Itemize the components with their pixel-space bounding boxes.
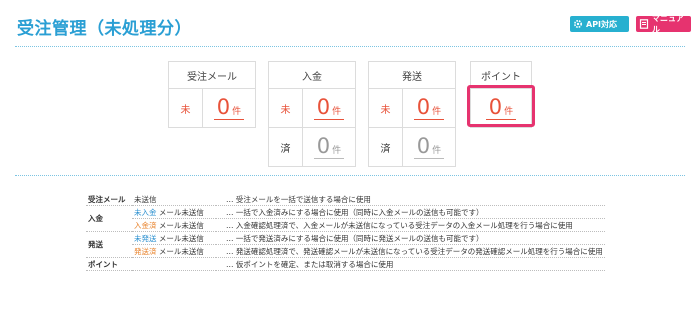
legend-status: 未発送 メール未送信 [132, 231, 216, 245]
header-divider [15, 46, 685, 47]
legend-status: 未送信 [132, 193, 216, 206]
payment-paid-count[interactable]: 0件 [313, 135, 345, 159]
gear-icon [573, 19, 583, 29]
legend-row: 発送 未発送 メール未送信 … 一括で発送済みにする場合に使用（同時に発送メール… [86, 231, 605, 258]
legend-category: 発送 [86, 231, 132, 258]
legend-row: 受注メール 未送信 … 受注メールを一括で送信する場合に使用 [86, 193, 605, 206]
legend-description: … 発送確認処理済で、発送確認メールが未送信になっている受注データの発送確認メー… [216, 244, 605, 258]
legend-status: 入金済 メール未送信 [132, 218, 216, 232]
legend-table: 受注メール 未送信 … 受注メールを一括で送信する場合に使用 入金 未入金 メー… [86, 193, 605, 271]
order-mail-box: 受注メール 未 0件 [168, 61, 256, 128]
legend-status: 発送済 メール未送信 [132, 244, 216, 258]
legend-row: 発送済 メール未送信 … 発送確認処理済で、発送確認メールが未送信になっている受… [86, 244, 605, 258]
payment-unpaid-count[interactable]: 0件 [313, 96, 345, 120]
paid-label: 済 [269, 128, 303, 166]
legend-description: … 仮ポイントを確定、または取消する場合に使用 [216, 257, 605, 271]
page-title: 受注管理（未処理分） [17, 19, 192, 39]
legend-row: 入金 未入金 メール未送信 … 一括で入金済みにする場合に使用（同時に入金メール… [86, 205, 605, 232]
unsent-label: 未 [169, 89, 203, 127]
order-mail-unsent-count[interactable]: 0件 [213, 96, 245, 120]
legend-category: 入金 [86, 205, 132, 232]
payment-box: 入金 未 0件 済 0件 [268, 61, 356, 167]
document-icon [639, 19, 649, 29]
legend-row: ポイント … 仮ポイントを確定、または取消する場合に使用 [86, 257, 605, 271]
section-divider [15, 175, 685, 176]
box-title: 発送 [369, 62, 455, 89]
legend-category: ポイント [86, 257, 132, 271]
legend-row: 入金済 メール未送信 … 入金確認処理済で、入金メールが未送信になっている受注デ… [86, 218, 605, 232]
box-title: 受注メール [169, 62, 255, 89]
shipping-box: 発送 未 0件 済 0件 [368, 61, 456, 167]
api-button[interactable]: API対応 [570, 16, 629, 32]
shipped-label: 済 [369, 128, 403, 166]
legend-description: … 受注メールを一括で送信する場合に使用 [216, 193, 605, 206]
box-title: 入金 [269, 62, 355, 89]
unshipped-label: 未 [369, 89, 403, 127]
legend-status: 未入金 メール未送信 [132, 205, 216, 219]
api-button-label: API対応 [586, 19, 618, 29]
manual-button[interactable]: マニュアル [636, 14, 691, 34]
point-highlight-outline [467, 85, 535, 127]
shipping-shipped-count[interactable]: 0件 [413, 135, 445, 159]
legend-description: … 一括で発送済みにする場合に使用（同時に発送メールの送信も可能です） [216, 231, 605, 245]
shipping-unshipped-count[interactable]: 0件 [413, 96, 445, 120]
manual-button-label: マニュアル [652, 14, 684, 34]
legend-description: … 入金確認処理済で、入金メールが未送信になっている受注データの入金メール処理を… [216, 218, 605, 232]
legend-category: 受注メール [86, 193, 132, 206]
unpaid-label: 未 [269, 89, 303, 127]
legend-status [132, 257, 216, 271]
legend-description: … 一括で入金済みにする場合に使用（同時に入金メールの送信も可能です） [216, 205, 605, 219]
